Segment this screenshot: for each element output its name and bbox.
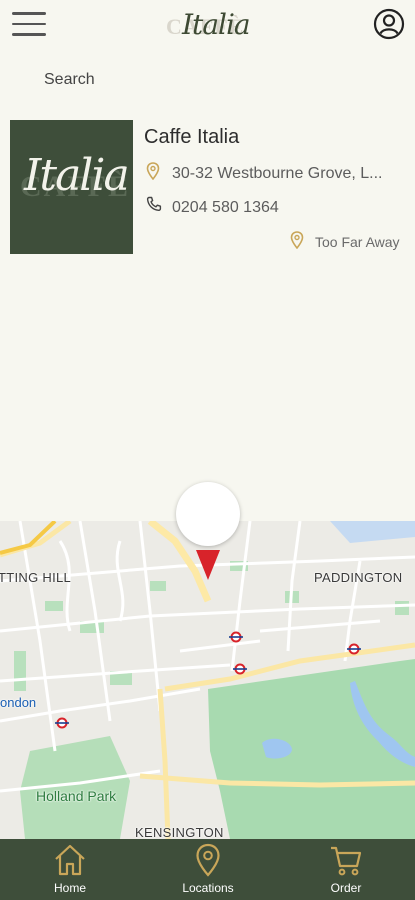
cart-icon [331, 846, 362, 876]
nav-label-home: Home [53, 881, 86, 895]
distance-pin-icon [290, 231, 304, 249]
search-label[interactable]: Search [44, 71, 95, 89]
location-thumbnail: CAFFÈ Italia [10, 120, 133, 254]
map-label-london: ondon [0, 695, 37, 710]
hamburger-menu-icon[interactable] [12, 12, 46, 38]
location-distance: Too Far Away [315, 234, 400, 250]
location-name: Caffe Italia [144, 126, 240, 148]
logo-text: Italia [182, 8, 251, 41]
bottom-navigation: Home Locations Order [0, 839, 415, 900]
map-label-paddington: PADDINGTON [314, 570, 403, 585]
nav-item-home[interactable]: Home [20, 839, 120, 900]
nav-label-locations: Locations [182, 881, 234, 895]
address-pin-icon [146, 162, 160, 180]
map-label-holland-park: Holland Park [36, 788, 117, 804]
location-phone[interactable]: 0204 580 1364 [172, 199, 279, 217]
thumbnail-logo-text: Italia [24, 150, 130, 201]
map-label-kensington: KENSINGTON [135, 825, 224, 839]
search-bar[interactable]: Search [0, 60, 415, 100]
map-pin-icon[interactable] [196, 550, 220, 580]
location-pin-icon [196, 843, 220, 877]
map-marker-callout[interactable] [176, 482, 240, 546]
home-icon [55, 844, 85, 876]
nav-label-order: Order [330, 881, 362, 895]
nav-item-order[interactable]: Order [296, 839, 396, 900]
profile-icon[interactable] [373, 8, 405, 40]
location-card[interactable]: CAFFÈ Italia Caffe Italia 30-32 Westbour… [0, 110, 415, 265]
app-header: CAFFÈ Italia [0, 0, 415, 50]
nav-item-locations[interactable]: Locations [158, 839, 258, 900]
map-label-notting-hill: TTING HILL [0, 570, 72, 585]
phone-icon [146, 196, 162, 212]
app-logo: CAFFÈ Italia [160, 6, 256, 44]
location-address: 30-32 Westbourne Grove, L... [172, 165, 383, 182]
